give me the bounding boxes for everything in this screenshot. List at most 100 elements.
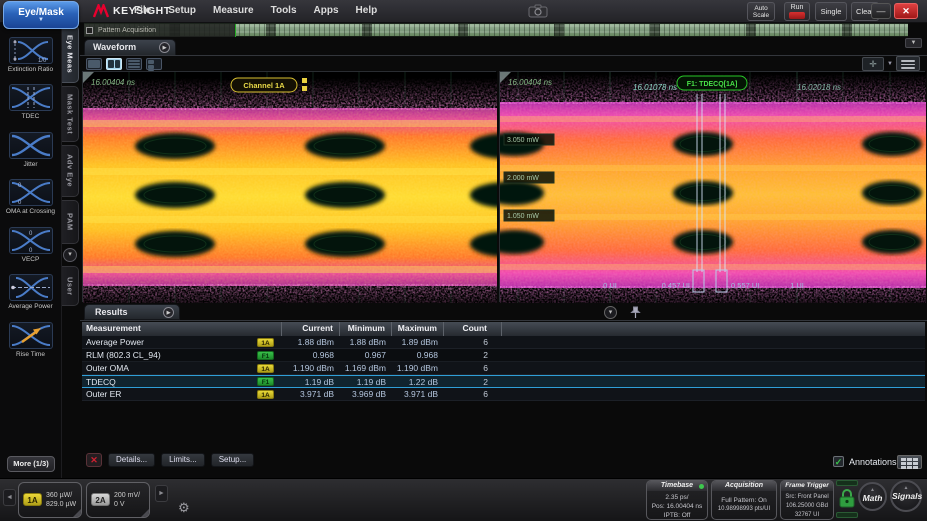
grid-view-icon[interactable] (897, 455, 922, 469)
signals-button[interactable]: ▲ Signals (890, 480, 922, 512)
col-maximum[interactable]: Maximum (392, 322, 444, 336)
col-current[interactable]: Current (282, 322, 340, 336)
svg-text:0.457 UI: 0.457 UI (662, 281, 690, 290)
annotations-toggle: ✓ Annotations (833, 456, 897, 467)
screenshot-camera-icon[interactable] (528, 4, 548, 18)
pattern-strip-marker-icon (86, 27, 93, 34)
col-measurement[interactable]: Measurement (82, 322, 282, 336)
tab-eye-meas[interactable]: Eye Meas (62, 25, 79, 83)
plot-menu-icon[interactable] (896, 56, 920, 71)
result-row-rlm[interactable]: RLM (802.3 CL_94) F1 0.968 0.967 0.968 2 (82, 349, 925, 362)
acquisition-card[interactable]: Acquisition Full Pattern: On 10.98998993… (711, 480, 777, 520)
results-collapse-chevron-icon[interactable]: ▾ (604, 306, 617, 319)
layout-rows-icon[interactable] (126, 58, 142, 70)
sidebar-item-average-power[interactable]: Average Power (1, 274, 61, 310)
result-row-outer-er[interactable]: Outer ER 1A 3.971 dB 3.969 dB 3.971 dB 6 (82, 388, 925, 401)
tab-adv-eye[interactable]: Adv Eye (62, 145, 79, 197)
channel-scroll-left-icon[interactable]: ◄ (3, 489, 16, 506)
strip-dropdown-button[interactable]: ▼ (905, 38, 922, 48)
source-badge: F1 (257, 377, 274, 386)
close-button[interactable]: ✕ (894, 3, 918, 19)
menu-setup[interactable]: Setup (168, 5, 196, 16)
results-pin-icon[interactable] (630, 306, 641, 319)
channel-1a-badge: 1A (23, 493, 42, 506)
source-badge: 1A (257, 390, 274, 399)
card-corner-fold (73, 509, 81, 517)
menu-help[interactable]: Help (356, 5, 378, 16)
right-plot-timestamp-right: 16.02018 ns (797, 83, 841, 92)
sidebar-item-jitter[interactable]: Jitter (1, 132, 61, 168)
measurement-category-tabs: Eye Meas Mask Test Adv Eye PAM ▾ User (62, 25, 80, 306)
pattern-acquisition-strip[interactable]: Pattern Acquisition (84, 23, 908, 37)
sidebar-item-rise-time[interactable]: Rise Time (1, 322, 61, 358)
delete-measurement-button[interactable]: ✕ (86, 453, 102, 467)
results-tab[interactable]: Results ▶ (84, 304, 180, 320)
waveform-tab[interactable]: Waveform ▶ (84, 39, 176, 55)
menu-apps[interactable]: Apps (314, 5, 339, 16)
run-status-indicator (789, 12, 805, 19)
run-button[interactable]: Run (784, 2, 810, 21)
tab-user[interactable]: User (62, 266, 79, 306)
svg-text:0: 0 (29, 231, 33, 237)
eye-mask-mode-button[interactable]: Eye/Mask▼ (3, 1, 79, 29)
acquisition-full-pattern: Full Pattern: On (712, 496, 776, 505)
result-row-average-power[interactable]: Average Power 1A 1.88 dBm 1.88 dBm 1.89 … (82, 336, 925, 349)
menu-measure[interactable]: Measure (213, 5, 254, 16)
tdecq-function-label[interactable]: F1: TDECQ[1A] (677, 76, 747, 90)
average-power-icon (10, 275, 52, 300)
channel-card-2a[interactable]: 2A 200 mV/ 0 V (86, 482, 150, 518)
jitter-icon (10, 133, 52, 158)
annotations-checkbox[interactable]: ✓ (833, 456, 844, 467)
waveform-tab-play-icon[interactable]: ▶ (159, 42, 170, 53)
layout-grid-icon[interactable] (146, 58, 162, 70)
col-minimum[interactable]: Minimum (340, 322, 392, 336)
result-row-outer-oma[interactable]: Outer OMA 1A 1.190 dBm 1.169 dBm 1.190 d… (82, 362, 925, 375)
pan-dropdown-icon[interactable]: ▼ (887, 61, 893, 67)
single-button[interactable]: Single (815, 2, 847, 21)
timebase-card[interactable]: Timebase 2.35 ps/ Pos: 16.00404 ns IPTB:… (646, 480, 708, 520)
layout-two-column-icon[interactable] (106, 58, 122, 70)
math-button[interactable]: ▲ Math (858, 482, 887, 511)
menu-file[interactable]: File (134, 5, 151, 16)
auto-scale-button[interactable]: Auto Scale (747, 2, 775, 21)
col-count[interactable]: Count (444, 322, 502, 336)
minimize-button[interactable]: — (871, 3, 891, 19)
layout-single-icon[interactable] (86, 58, 102, 70)
channel-scroll-right-icon[interactable]: ► (155, 485, 168, 502)
sidebar-item-vecp[interactable]: 0 0 VECP (1, 227, 61, 263)
pattern-lock-indicator[interactable] (836, 479, 858, 520)
menu-tools[interactable]: Tools (271, 5, 297, 16)
tab-scroll-chevron-icon[interactable]: ▾ (63, 248, 77, 262)
sidebar-item-oma-at-crossing[interactable]: 0 0 OMA at Crossing (1, 179, 61, 215)
frame-trigger-ui: 32767 UI (781, 511, 833, 520)
timebase-scale: 2.35 ps/ (647, 493, 707, 502)
more-measurements-button[interactable]: More (1/3) (7, 456, 55, 472)
results-divider (80, 320, 927, 321)
results-tab-play-icon[interactable]: ▶ (163, 307, 174, 318)
limits-button[interactable]: Limits... (161, 453, 205, 467)
eye-diagram-tdecq-f1[interactable]: 3.050 mW 2.000 mW 1.050 mW 16.00404 ns 1… (499, 71, 925, 302)
channel-1a-offset: 829.0 µW (46, 500, 76, 509)
channel-1a-label[interactable]: Channel 1A (231, 78, 297, 92)
setup-button[interactable]: Setup... (211, 453, 255, 467)
chevron-down-icon: ▼ (4, 18, 78, 23)
result-row-tdecq[interactable]: TDECQ F1 1.19 dB 1.19 dB 1.22 dB 2 (82, 375, 925, 388)
results-table-header: Measurement Current Minimum Maximum Coun… (82, 322, 925, 336)
svg-text:F1: TDECQ[1A]: F1: TDECQ[1A] (687, 81, 738, 88)
channel-1a-scale: 360 µW/ (46, 491, 76, 500)
svg-text:1.050 mW: 1.050 mW (507, 213, 539, 220)
eye-diagram-channel-1a[interactable]: 16.00404 ns Channel 1A (82, 71, 496, 302)
settings-gear-icon[interactable]: ⚙ (178, 500, 190, 516)
tab-pam[interactable]: PAM (62, 200, 79, 244)
pan-icon[interactable]: ✛ (862, 57, 884, 71)
tab-mask-test[interactable]: Mask Test (62, 86, 79, 142)
channel-card-1a[interactable]: 1A 360 µW/ 829.0 µW (18, 482, 82, 518)
tdec-icon (10, 85, 52, 110)
menu-bar: File Setup Measure Tools Apps Help (134, 5, 377, 16)
details-button[interactable]: Details... (108, 453, 155, 467)
svg-text:Channel 1A: Channel 1A (243, 81, 285, 90)
sidebar-item-extinction-ratio[interactable]: 1/0 Extinction Ratio (1, 37, 61, 73)
frame-trigger-card[interactable]: Frame Trigger Src: Front Panel 106.25000… (780, 480, 834, 520)
sidebar-item-tdec[interactable]: TDEC (1, 84, 61, 120)
status-bar: ◄ 1A 360 µW/ 829.0 µW 2A 200 mV/ 0 V ► T… (0, 478, 927, 521)
